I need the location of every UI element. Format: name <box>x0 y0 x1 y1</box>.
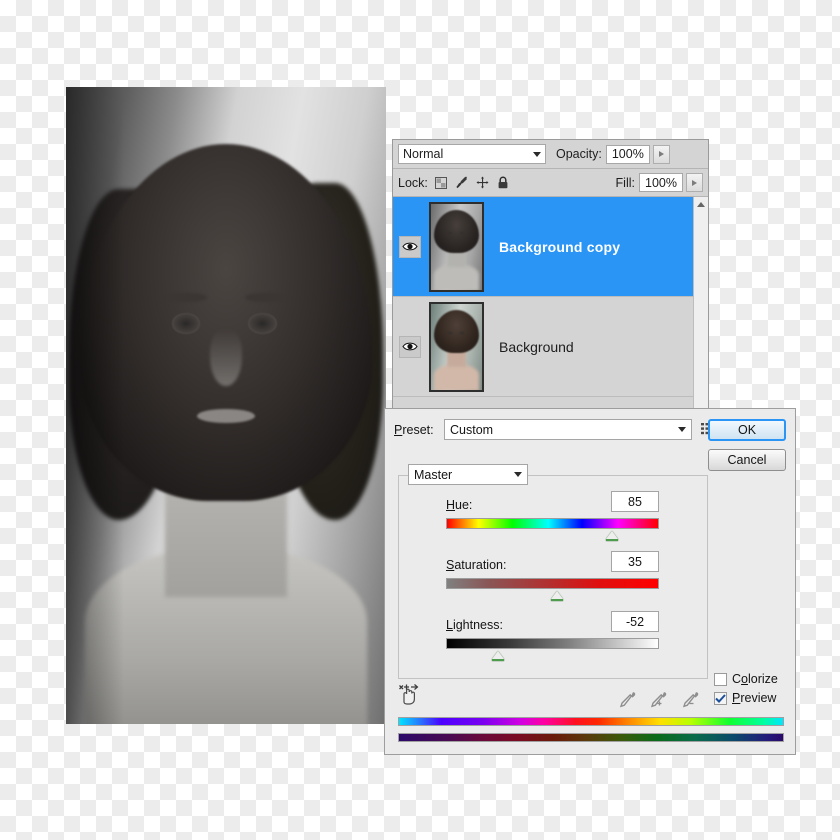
colorize-checkbox[interactable] <box>714 672 727 686</box>
photo-left-shadow <box>66 87 124 724</box>
result-color-bar <box>398 733 784 742</box>
channel-select[interactable]: Master <box>408 464 528 485</box>
preset-value: Custom <box>450 422 494 437</box>
blend-mode-select[interactable]: Normal <box>398 144 546 164</box>
chevron-down-icon <box>533 151 541 157</box>
ok-button[interactable]: OK <box>708 419 786 441</box>
colorize-label: Colorize <box>732 672 778 686</box>
eyedropper-icon[interactable] <box>619 691 636 711</box>
opacity-input[interactable]: 100% <box>605 144 650 164</box>
layer-name: Background copy <box>499 238 621 255</box>
caret-right-icon <box>692 179 697 186</box>
layer-thumbnail[interactable] <box>429 301 484 392</box>
layer-thumbnail[interactable] <box>426 198 487 295</box>
preview-row[interactable]: Preview <box>714 691 778 705</box>
table-row[interactable]: Background <box>393 297 708 397</box>
fill-slider-button[interactable] <box>686 173 703 192</box>
scroll-up-icon[interactable] <box>694 197 708 212</box>
chevron-down-icon <box>514 472 522 477</box>
eyedropper-minus-icon[interactable] <box>682 691 700 711</box>
opacity-slider-button[interactable] <box>652 144 670 164</box>
transparency-lock-icon[interactable] <box>434 176 447 189</box>
layer-visibility-cell[interactable] <box>395 335 425 358</box>
preset-select[interactable]: Custom <box>444 419 692 440</box>
document-photo-canvas <box>66 87 386 724</box>
color-bars <box>398 717 784 742</box>
position-lock-icon[interactable] <box>476 176 489 189</box>
layers-panel-blend-row: Normal Opacity: 100% <box>393 140 708 169</box>
hue-label: Hue: <box>446 498 473 512</box>
lightness-slider-block: Lightness: -52 <box>446 611 659 661</box>
lightness-input[interactable]: -52 <box>611 611 659 632</box>
channel-value: Master <box>414 467 453 482</box>
photo-eye-right <box>248 313 278 334</box>
saturation-slider-knob[interactable] <box>550 591 563 601</box>
layers-scrollbar[interactable] <box>693 197 708 410</box>
fill-label: Fill: <box>615 175 635 190</box>
eyedropper-plus-icon[interactable] <box>650 691 668 711</box>
caret-right-icon <box>658 151 664 157</box>
layer-list: Background copy Background <box>393 197 708 410</box>
saturation-label: Saturation: <box>446 558 507 572</box>
saturation-slider-block: Saturation: 35 <box>446 551 659 601</box>
dialog-buttons: OK Cancel <box>708 419 786 471</box>
lightness-slider-track[interactable] <box>446 638 659 661</box>
table-row[interactable]: Background copy <box>393 197 708 297</box>
hue-slider-knob[interactable] <box>605 531 618 541</box>
layers-panel: Normal Opacity: 100% Lock: Fill: 100% Ba… <box>392 139 709 410</box>
saturation-slider-track[interactable] <box>446 578 659 601</box>
lightness-slider-knob[interactable] <box>491 651 504 661</box>
chevron-down-icon <box>678 427 686 432</box>
saturation-input[interactable]: 35 <box>611 551 659 572</box>
preview-label: Preview <box>732 691 777 705</box>
source-color-bar <box>398 717 784 726</box>
colorize-row[interactable]: Colorize <box>714 672 778 686</box>
cancel-button[interactable]: Cancel <box>708 449 786 471</box>
preview-checkbox[interactable] <box>714 691 727 705</box>
hue-input[interactable]: 85 <box>611 491 659 512</box>
fill-input[interactable]: 100% <box>639 173 683 192</box>
all-lock-icon[interactable] <box>497 176 509 189</box>
eye-icon[interactable] <box>399 335 421 358</box>
checkbox-group: Colorize Preview <box>714 672 778 710</box>
hue-saturation-dialog: Preset: Custom OK Cancel Master Hue: 85 <box>384 408 796 755</box>
photo-eye-left <box>171 313 201 334</box>
pixels-lock-icon[interactable] <box>455 176 468 189</box>
on-image-adjust-hand-icon[interactable] <box>398 684 420 708</box>
hue-slider-block: Hue: 85 <box>446 491 659 541</box>
lightness-label: Lightness: <box>446 618 503 632</box>
preset-label: Preset: <box>394 422 434 437</box>
layers-panel-lock-row: Lock: Fill: 100% <box>393 169 708 197</box>
photo-nose <box>210 329 242 387</box>
lock-label: Lock: <box>398 175 428 190</box>
blend-mode-value: Normal <box>403 147 444 161</box>
photo-brow-right <box>245 292 284 303</box>
layer-name: Background <box>499 338 574 355</box>
hue-slider-track[interactable] <box>446 518 659 541</box>
layer-visibility-cell[interactable] <box>395 235 425 258</box>
eyedropper-group <box>619 691 700 711</box>
opacity-label: Opacity: <box>556 147 602 161</box>
photo-mouth <box>197 408 255 423</box>
eye-icon[interactable] <box>399 235 421 258</box>
